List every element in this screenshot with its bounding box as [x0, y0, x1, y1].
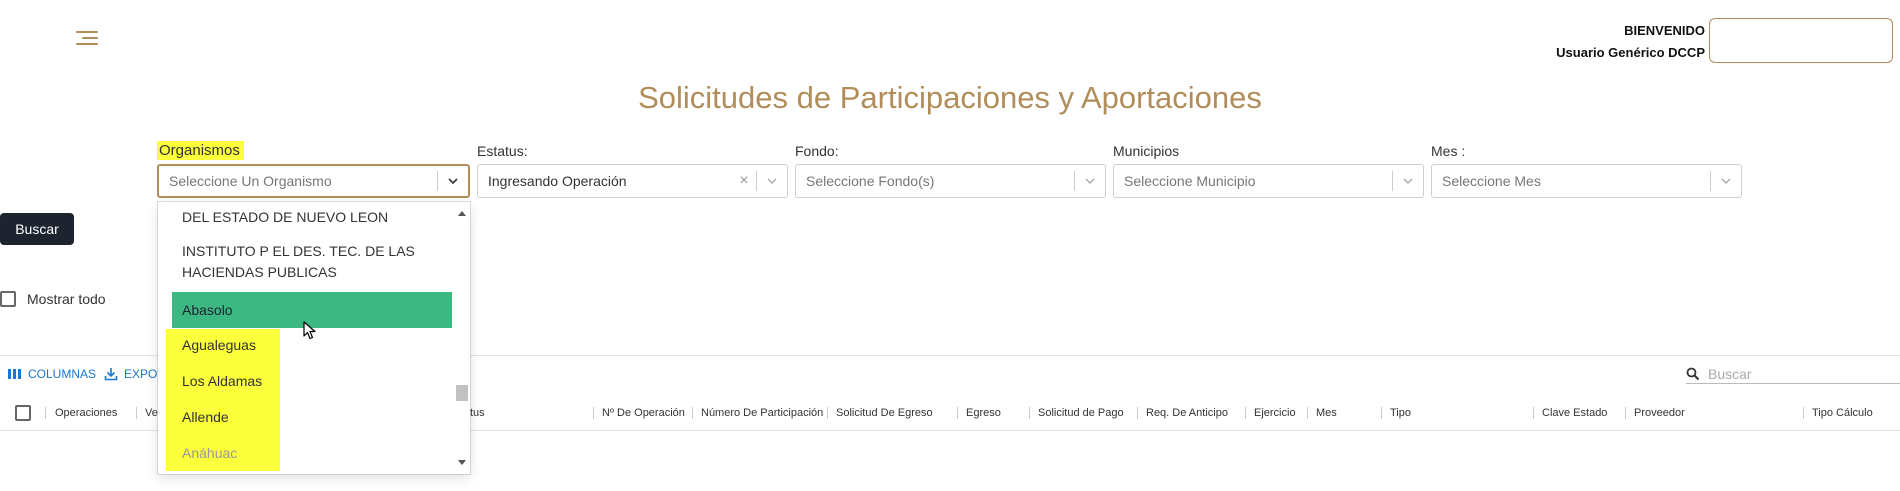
column-header[interactable]: Clave Estado [1542, 395, 1607, 431]
column-header[interactable]: Solicitud De Egreso [836, 395, 933, 431]
welcome-block: BIENVENIDO Usuario Genérico DCCP [1556, 20, 1705, 64]
dropdown-scrollbar[interactable] [454, 202, 470, 474]
column-separator [1137, 407, 1138, 419]
chevron-down-icon[interactable] [1393, 165, 1423, 197]
mostrar-todo-label: Mostrar todo [27, 291, 106, 307]
estatus-label: Estatus: [477, 143, 528, 159]
estatus-value: Ingresando Operación [488, 173, 627, 189]
grid-search-placeholder: Buscar [1708, 365, 1752, 382]
dropdown-option[interactable]: INSTITUTO P EL DES. TEC. DE LAS [172, 241, 452, 262]
mes-placeholder: Seleccione Mes [1442, 173, 1541, 189]
column-header[interactable]: Egreso [966, 395, 1001, 431]
column-separator [1625, 407, 1626, 419]
dropdown-option[interactable]: DEL ESTADO DE NUEVO LEON [172, 207, 452, 228]
column-header[interactable]: Ejercicio [1254, 395, 1296, 431]
column-separator [692, 407, 693, 419]
mouse-cursor-icon [303, 321, 316, 340]
user-name: Usuario Genérico DCCP [1556, 45, 1705, 60]
municipios-label: Municipios [1113, 143, 1180, 159]
column-separator [1245, 407, 1246, 419]
scroll-thumb[interactable] [456, 385, 468, 401]
search-icon [1686, 367, 1700, 380]
column-header[interactable]: Solicitud de Pago [1038, 395, 1124, 431]
export-button[interactable]: EXPO [104, 367, 157, 381]
organismos-label: Organismos [157, 141, 244, 160]
mes-label: Mes : [1431, 143, 1466, 159]
dropdown-option[interactable]: Allende [172, 407, 452, 428]
column-header[interactable]: Número De Participación [701, 395, 823, 431]
municipios-select[interactable]: Seleccione Municipio [1113, 164, 1424, 198]
estatus-select[interactable]: Ingresando Operación × [477, 164, 788, 198]
column-separator [45, 407, 46, 419]
column-header[interactable]: Nº De Operación [602, 395, 685, 431]
column-separator [1803, 407, 1804, 419]
column-header[interactable]: Ve [145, 395, 158, 431]
page-title: Solicitudes de Participaciones y Aportac… [638, 80, 1262, 115]
dropdown-option[interactable]: Los Aldamas [172, 371, 452, 392]
dropdown-option-continued[interactable]: HACIENDAS PUBLICAS [172, 262, 452, 283]
column-separator [957, 407, 958, 419]
mes-select[interactable]: Seleccione Mes [1431, 164, 1742, 198]
column-header[interactable]: tus [470, 395, 485, 431]
columns-label: COLUMNAS [28, 367, 97, 381]
column-header[interactable]: Tipo Cálculo [1812, 395, 1873, 431]
column-separator [827, 407, 828, 419]
column-header[interactable]: Tipo [1390, 395, 1411, 431]
select-all-checkbox[interactable] [15, 405, 31, 421]
grid-search-input[interactable]: Buscar [1686, 364, 1900, 384]
fondo-placeholder: Seleccione Fondo(s) [806, 173, 935, 189]
column-header[interactable]: Operaciones [55, 395, 117, 431]
municipios-placeholder: Seleccione Municipio [1124, 173, 1256, 189]
clear-icon[interactable]: × [732, 172, 756, 190]
welcome-label: BIENVENIDO [1624, 23, 1705, 38]
column-separator [136, 407, 137, 419]
scroll-up-icon[interactable] [458, 211, 466, 216]
column-header[interactable]: Proveedor [1634, 395, 1685, 431]
column-separator [1381, 407, 1382, 419]
download-icon [104, 368, 118, 381]
column-header[interactable]: Req. De Anticipo [1146, 395, 1228, 431]
column-separator [593, 407, 594, 419]
column-separator [1533, 407, 1534, 419]
export-label: EXPO [124, 367, 158, 381]
columns-icon [8, 369, 21, 379]
dropdown-option[interactable]: Anáhuac [172, 443, 452, 464]
fondo-label: Fondo: [795, 143, 839, 159]
column-separator [1307, 407, 1308, 419]
organismos-select[interactable]: Seleccione Un Organismo [157, 164, 470, 198]
scroll-down-icon[interactable] [458, 460, 466, 465]
chevron-down-icon[interactable] [757, 165, 787, 197]
chevron-down-icon[interactable] [438, 166, 468, 196]
mostrar-todo[interactable]: Mostrar todo [0, 290, 106, 308]
chevron-down-icon[interactable] [1711, 165, 1741, 197]
user-box[interactable] [1709, 18, 1893, 63]
organismos-placeholder: Seleccione Un Organismo [169, 173, 332, 189]
menu-icon[interactable] [76, 29, 98, 47]
fondo-select[interactable]: Seleccione Fondo(s) [795, 164, 1106, 198]
column-separator [1029, 407, 1030, 419]
mostrar-todo-checkbox[interactable] [0, 291, 16, 307]
chevron-down-icon[interactable] [1075, 165, 1105, 197]
columns-button[interactable]: COLUMNAS [8, 367, 96, 381]
buscar-button[interactable]: Buscar [0, 213, 74, 245]
column-header[interactable]: Mes [1316, 395, 1337, 431]
